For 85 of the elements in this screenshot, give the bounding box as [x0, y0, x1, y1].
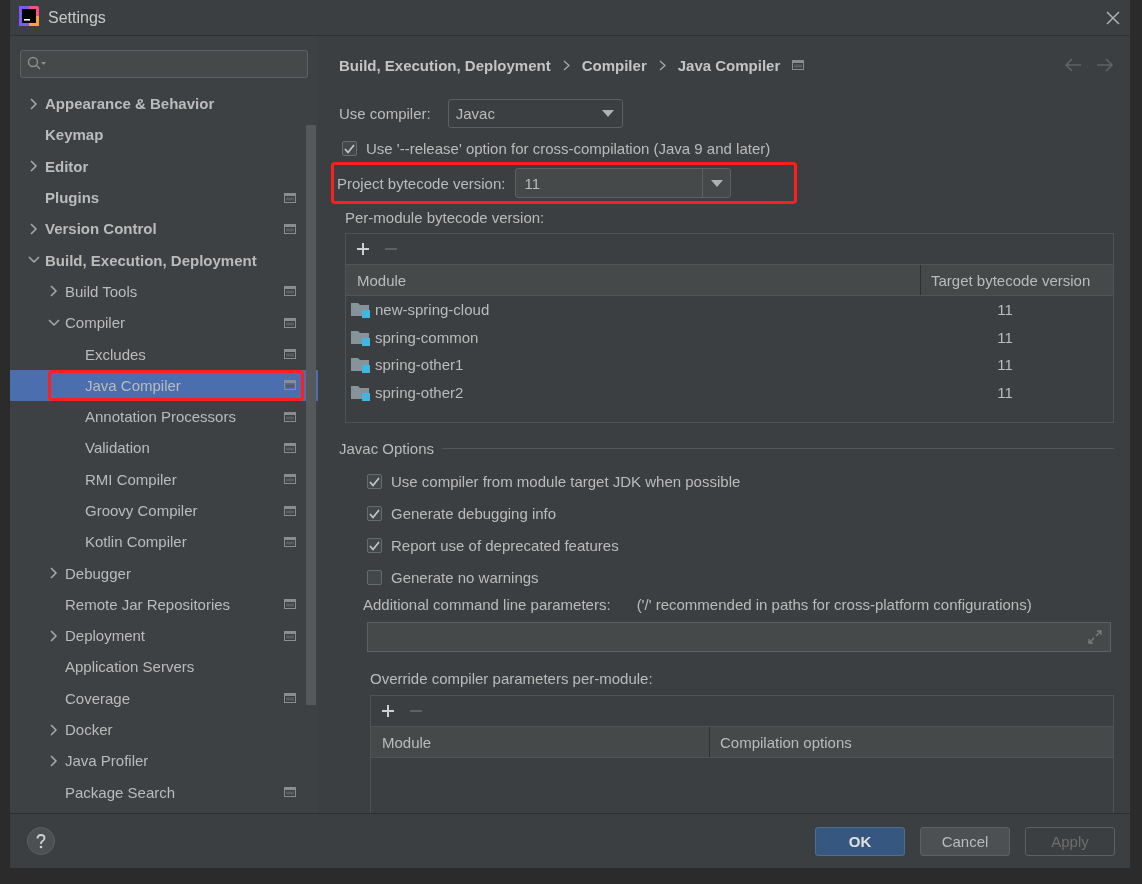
- tree-item[interactable]: RMI Compiler: [10, 463, 318, 495]
- caret-icon: [601, 110, 614, 117]
- window-title: Settings: [48, 8, 107, 27]
- parameters-field[interactable]: [367, 622, 1111, 652]
- module-name: spring-other1: [375, 356, 464, 374]
- module-name: spring-common: [375, 328, 479, 346]
- checkbox-label: Use '--release' option for cross-compilation (Java 9 and later): [366, 140, 771, 157]
- field-label: Use compiler:: [339, 105, 431, 122]
- check-icon: [369, 508, 380, 519]
- tree-item[interactable]: Docker: [10, 713, 318, 746]
- tree-item[interactable]: Debugger: [10, 557, 318, 589]
- checkbox[interactable]: [367, 538, 382, 553]
- table-cell-text: 11: [996, 356, 1014, 374]
- bytecode-version-combo[interactable]: 11: [515, 168, 732, 198]
- tree-item[interactable]: Keymap: [10, 119, 318, 151]
- module-folder-icon: [351, 328, 371, 346]
- tree-item[interactable]: Annotation Processors: [10, 400, 318, 433]
- column-header[interactable]: Module: [371, 727, 710, 757]
- window-icon: [792, 60, 805, 70]
- breadcrumb-item[interactable]: Java Compiler: [677, 56, 781, 74]
- compiler-dropdown[interactable]: Javac: [447, 99, 623, 128]
- tree-item[interactable]: Build, Execution, Deployment: [10, 244, 318, 276]
- checkbox[interactable]: [367, 570, 382, 585]
- tree-item[interactable]: Remote Jar Repositories: [10, 588, 318, 621]
- checkbox[interactable]: [367, 474, 382, 489]
- check-icon: [344, 143, 355, 154]
- tree-item[interactable]: Application Servers: [10, 651, 318, 683]
- module-name: new-spring-cloud: [375, 301, 490, 319]
- check-icon: [369, 476, 380, 487]
- module-folder-icon: [351, 301, 371, 319]
- help-icon: [36, 833, 46, 849]
- chevron-right-icon: [562, 59, 570, 71]
- field-label: Project bytecode version:: [337, 174, 506, 192]
- module-name: spring-other2: [375, 383, 464, 401]
- search-icon: [27, 56, 49, 72]
- tree-item[interactable]: Groovy Compiler: [10, 494, 318, 527]
- checkbox-label: Report use of deprecated features: [391, 537, 619, 554]
- dialog-button[interactable]: OK: [815, 826, 905, 856]
- app-logo-icon: [19, 5, 39, 26]
- column-header[interactable]: Module: [346, 265, 921, 295]
- tree-item[interactable]: Package Search: [10, 776, 318, 808]
- add-icon: [381, 704, 395, 718]
- search-field[interactable]: [20, 50, 308, 78]
- table-cell-text: 11: [996, 383, 1014, 401]
- tree-item[interactable]: Kotlin Compiler: [10, 526, 318, 558]
- table-cell-text: 11: [996, 328, 1014, 346]
- tree-item[interactable]: Coverage: [10, 682, 318, 714]
- breadcrumb-item[interactable]: Compiler: [581, 56, 647, 74]
- breadcrumb-item[interactable]: Build, Execution, Deployment: [339, 56, 551, 74]
- check-icon: [369, 540, 380, 551]
- tree-item[interactable]: Excludes: [10, 338, 318, 370]
- section-label: Per-module bytecode version:: [345, 209, 546, 226]
- caret-icon: [710, 179, 723, 187]
- tree-item[interactable]: Plugins: [10, 181, 318, 214]
- checkbox-label: Use compiler from module target JDK when possible: [391, 473, 741, 490]
- expand-icon: [1088, 630, 1102, 644]
- tree-item[interactable]: Version Control: [10, 213, 318, 245]
- section-title: Javac Options: [339, 440, 435, 457]
- tree-item[interactable]: Java Profiler: [10, 745, 318, 777]
- tree-item[interactable]: Deployment: [10, 620, 318, 652]
- checkbox[interactable]: [367, 506, 382, 521]
- hint-text: ('/' recommended in paths for cross-platform configurations): [636, 596, 1032, 613]
- tree-item[interactable]: Appearance & Behavior: [10, 88, 318, 120]
- help-button[interactable]: [27, 827, 55, 855]
- close-icon: [1106, 10, 1120, 25]
- tree-item[interactable]: Build Tools: [10, 275, 318, 308]
- column-header[interactable]: Target bytecode version: [921, 265, 1113, 295]
- module-folder-icon: [351, 383, 371, 401]
- back-arrow-icon: [1064, 58, 1082, 72]
- forward-arrow-icon: [1096, 58, 1114, 72]
- dialog-button[interactable]: Cancel: [920, 826, 1010, 856]
- add-icon: [356, 242, 370, 256]
- tree-item[interactable]: Validation: [10, 432, 318, 464]
- table-cell-text: 11: [996, 301, 1014, 319]
- column-header[interactable]: Compilation options: [710, 727, 1113, 757]
- field-label: Additional command line parameters:: [363, 596, 611, 613]
- scrollbar[interactable]: [306, 125, 316, 705]
- tree-item[interactable]: Compiler: [10, 307, 318, 339]
- checkbox-label: Generate no warnings: [391, 569, 539, 586]
- checkbox[interactable]: [342, 141, 357, 156]
- section-label: Override compiler parameters per-module:: [370, 670, 654, 687]
- checkbox-label: Generate debugging info: [391, 505, 557, 522]
- tree-item[interactable]: Editor: [10, 150, 318, 182]
- module-folder-icon: [351, 356, 371, 374]
- chevron-right-icon: [658, 59, 666, 71]
